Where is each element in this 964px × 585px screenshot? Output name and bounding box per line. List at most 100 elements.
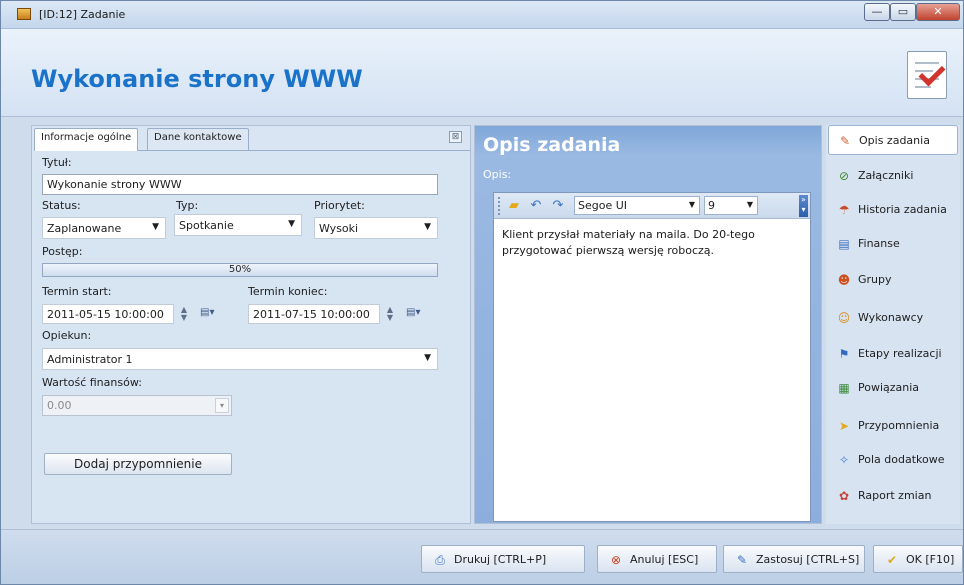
ok-button-label: OK [F10] [906,553,955,566]
end-date-label: Termin koniec: [248,285,328,298]
nav-item-label: Etapy realizacji [858,347,942,360]
chevron-down-icon: ▼ [288,219,295,229]
finance-label: Wartość finansów: [42,376,142,389]
progress-label: Postęp: [42,245,83,258]
description-label: Opis: [483,168,512,181]
title-label: Tytuł: [42,156,72,169]
pencil-icon: ✎ [736,553,748,567]
caretaker-value: Administrator 1 [47,353,133,366]
cancel-button-label: Anuluj [ESC] [630,553,699,566]
close-button[interactable]: ✕ [916,3,960,21]
ok-icon: ✔ [886,553,898,567]
chevron-down-icon: ▼ [746,200,753,209]
type-select[interactable]: Spotkanie ▼ [174,214,302,236]
redo-icon[interactable]: ↷ [550,198,566,214]
tab-contact-data[interactable]: Dane kontaktowe [147,128,249,150]
print-button-label: Drukuj [CTRL+P] [454,553,547,566]
nav-item-stages[interactable]: ⚑ Etapy realizacji [828,339,958,369]
section-nav: ✎ Opis zadania ⊘ Załączniki ☂ Historia z… [826,125,960,524]
editor-toolbar: ▰ ↶ ↷ Segoe UI ▼ 9 ▼ » ▾ [494,193,810,219]
cancel-button[interactable]: ⊗ Anuluj [ESC] [597,545,717,573]
calendar-icon[interactable]: ▤▾ [406,307,426,323]
printer-icon: ⎙ [435,553,445,567]
finance-input[interactable]: 0.00 ▾ [42,395,232,416]
minimize-button[interactable]: — [864,3,890,21]
caretaker-select[interactable]: Administrator 1 ▼ [42,348,438,370]
description-text[interactable]: Klient przysłał materiały na maila. Do 2… [502,227,802,259]
maximize-button[interactable]: ▭ [890,3,916,21]
type-value: Spotkanie [179,219,234,232]
panel-close-icon[interactable]: ⊠ [449,131,462,143]
nav-item-description[interactable]: ✎ Opis zadania [828,125,958,155]
font-size-value: 9 [708,199,715,212]
document-check-icon [907,51,947,99]
footer-bar: ⎙ Drukuj [CTRL+P] ⊗ Anuluj [ESC] ✎ Zasto… [1,529,963,584]
apply-button[interactable]: ✎ Zastosuj [CTRL+S] [723,545,865,573]
progress-bar: 50% [42,263,438,277]
start-date-spinner[interactable]: ▲ ▼ [176,306,192,322]
chevron-down-icon[interactable]: ▾ [215,398,229,413]
title-bar[interactable]: [ID:12] Zadanie — ▭ ✕ [1,1,963,29]
nav-item-performers[interactable]: ☺ Wykonawcy [828,303,958,333]
type-label: Typ: [176,199,199,212]
finance-icon: ▤ [838,237,850,251]
status-value: Zaplanowane [47,222,122,235]
tab-general-info[interactable]: Informacje ogólne [34,128,139,151]
groups-icon: ☻ [837,273,851,287]
caretaker-label: Opiekun: [42,329,92,342]
description-title: Opis zadania [483,134,621,156]
end-date-spinner[interactable]: ▲ ▼ [382,306,398,322]
paperclip-icon: ⊘ [838,169,850,183]
nav-item-extra-fields[interactable]: ✧ Pola dodatkowe [828,445,958,475]
nav-item-history[interactable]: ☂ Historia zadania [828,195,958,225]
start-date-input[interactable]: 2011-05-15 10:00:00 [42,304,174,324]
chevron-down-icon: ▼ [688,200,695,209]
nav-item-label: Opis zadania [859,134,930,147]
print-button[interactable]: ⎙ Drukuj [CTRL+P] [421,545,585,573]
header: Wykonanie strony WWW [1,29,963,117]
status-select[interactable]: Zaplanowane ▼ [42,217,166,239]
report-icon: ✿ [838,489,850,503]
nav-item-label: Pola dodatkowe [858,453,945,466]
font-family-value: Segoe UI [578,199,628,212]
cancel-icon: ⊗ [610,553,622,567]
font-size-select[interactable]: 9 ▼ [704,196,758,215]
nav-item-groups[interactable]: ☻ Grupy [828,265,958,295]
start-date-label: Termin start: [42,285,112,298]
priority-select[interactable]: Wysoki ▼ [314,217,438,239]
nav-item-label: Przypomnienia [858,419,940,432]
end-date-input[interactable]: 2011-07-15 10:00:00 [248,304,380,324]
app-icon [17,8,31,20]
description-panel: Opis zadania Opis: ▰ ↶ ↷ Segoe UI ▼ 9 ▼ … [474,125,822,524]
nav-item-finance[interactable]: ▤ Finanse [828,229,958,259]
nav-item-label: Finanse [858,237,900,250]
chevron-down-icon: ▼ [424,222,431,232]
font-family-select[interactable]: Segoe UI ▼ [574,196,700,215]
link-icon: ▦ [838,381,850,395]
title-input[interactable]: Wykonanie strony WWW [42,174,438,195]
nav-item-relations[interactable]: ▦ Powiązania [828,373,958,403]
ok-button[interactable]: ✔ OK [F10] [873,545,963,573]
priority-label: Priorytet: [314,199,365,212]
general-info-panel: Informacje ogólne Dane kontaktowe ⊠ Tytu… [31,125,471,524]
nav-item-change-report[interactable]: ✿ Raport zmian [828,481,958,511]
toolbar-overflow-icon[interactable]: » ▾ [799,195,808,217]
finance-value: 0.00 [47,399,72,412]
nav-item-attachments[interactable]: ⊘ Załączniki [828,161,958,191]
page-title: Wykonanie strony WWW [31,65,363,93]
status-label: Status: [42,199,81,212]
bell-icon: ➤ [838,419,850,433]
nav-item-reminders[interactable]: ➤ Przypomnienia [828,411,958,441]
open-folder-icon[interactable]: ▰ [506,198,522,214]
toolbar-grip[interactable] [498,197,501,215]
add-reminder-button[interactable]: Dodaj przypomnienie [44,453,232,475]
chevron-down-icon: ▼ [424,353,431,363]
nav-item-label: Historia zadania [858,203,947,216]
users-icon: ☺ [837,311,851,325]
stages-icon: ⚑ [838,347,850,361]
description-editor[interactable]: ▰ ↶ ↷ Segoe UI ▼ 9 ▼ » ▾ Klient przysłał … [493,192,811,522]
apply-button-label: Zastosuj [CTRL+S] [756,553,860,566]
calendar-icon[interactable]: ▤▾ [200,307,220,323]
history-icon: ☂ [838,203,850,217]
undo-icon[interactable]: ↶ [528,198,544,214]
